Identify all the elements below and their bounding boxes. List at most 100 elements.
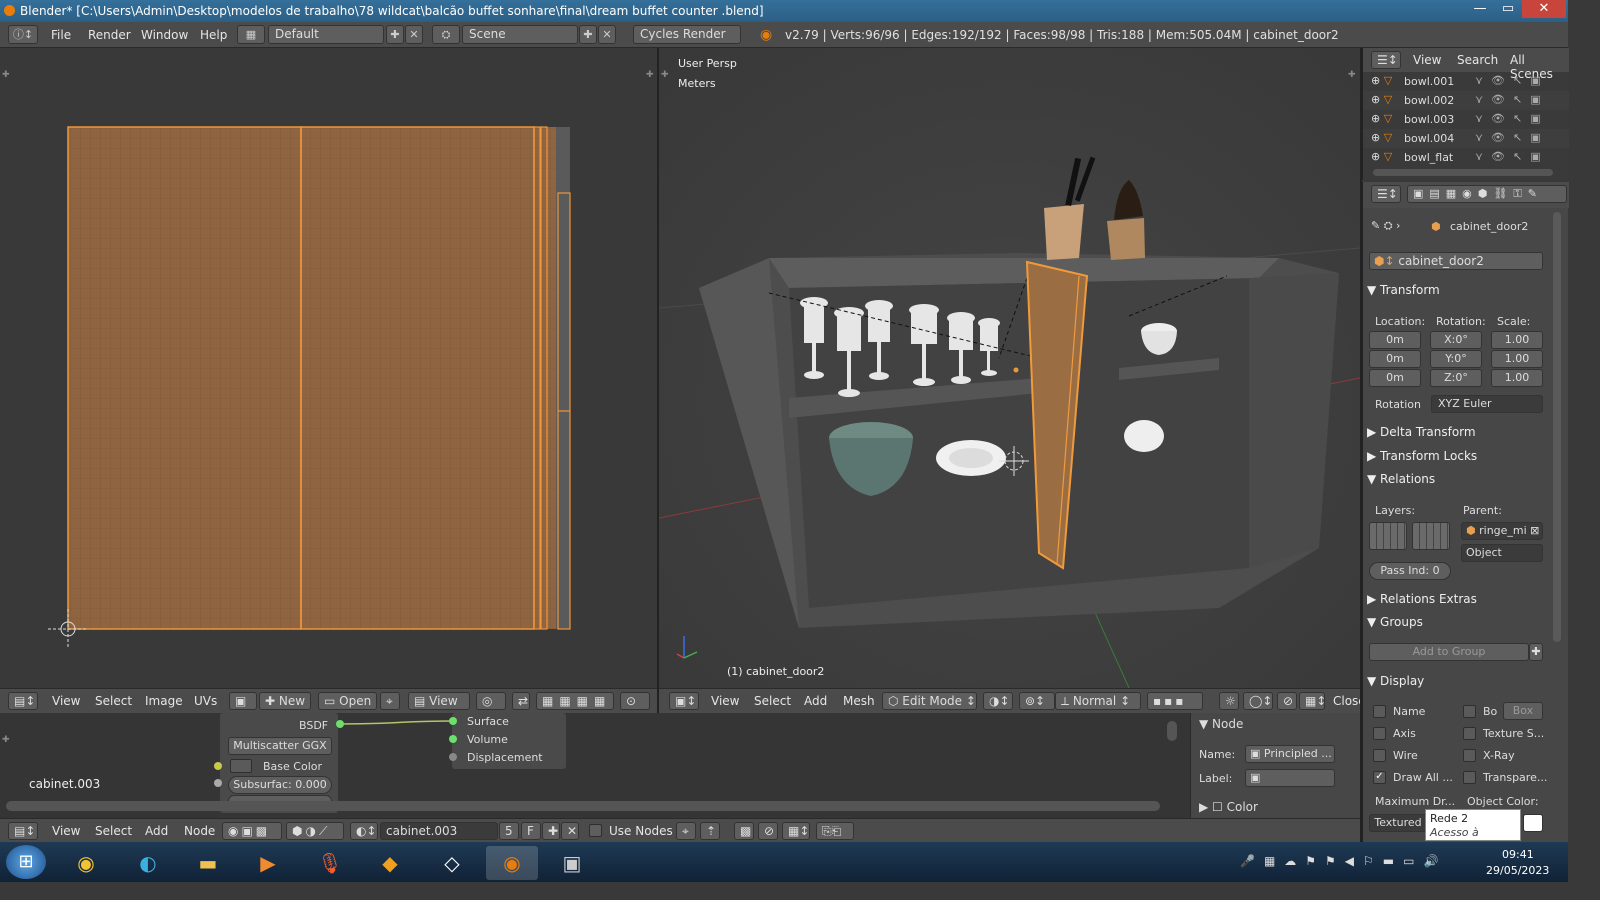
clock-time[interactable]: 09:41 bbox=[1502, 848, 1534, 861]
subsurface-slider[interactable]: Subsurfac: 0.000 bbox=[228, 776, 332, 794]
visibility-icons[interactable]: ⋎👁↖▣ bbox=[1475, 150, 1549, 163]
properties-scrollbar[interactable] bbox=[1553, 212, 1561, 642]
display-panel-header[interactable]: ▼ Display bbox=[1367, 670, 1551, 692]
location-x-field[interactable]: 0m bbox=[1369, 331, 1421, 349]
layers-grid-b[interactable] bbox=[1412, 522, 1450, 550]
editor-type-properties-icon[interactable]: ☰↕ bbox=[1371, 185, 1401, 203]
viewport-corner-icon[interactable]: ✚ bbox=[661, 70, 669, 80]
remove-layout-icon[interactable]: ✕ bbox=[405, 25, 423, 44]
object-color-swatch[interactable] bbox=[1523, 814, 1543, 832]
outliner-item[interactable]: ⊕ ▽ bowl.001 ⋎👁↖▣ bbox=[1363, 72, 1569, 91]
relations-panel-header[interactable]: ▼ Relations bbox=[1367, 468, 1551, 490]
outliner-item[interactable]: ⊕ ▽ bowl.002 ⋎👁↖▣ bbox=[1363, 91, 1569, 110]
shader-object-icons[interactable]: ⬢◑⟋ bbox=[286, 822, 344, 840]
layout-field[interactable]: Default bbox=[268, 25, 384, 44]
editor-type-info-icon[interactable]: ⓘ↕ bbox=[8, 25, 38, 44]
editor-type-3d-icon[interactable]: ▣↕ bbox=[669, 692, 699, 710]
ne-menu-node[interactable]: Node bbox=[184, 819, 215, 843]
system-tray-icons[interactable]: 🎤▦☁⚑⚑◀⚐▬▭🔊 bbox=[1240, 854, 1447, 868]
node-label-field[interactable]: ▣ bbox=[1245, 769, 1335, 787]
distribution-dropdown[interactable]: Multiscatter GGX bbox=[228, 737, 332, 755]
open-image-button[interactable]: ▭ Open bbox=[318, 692, 378, 710]
viewport-canvas[interactable] bbox=[659, 48, 1360, 688]
vp-menu-view[interactable]: View bbox=[711, 689, 739, 713]
snap-toggle-icon[interactable]: ⊘ bbox=[1277, 692, 1297, 710]
node-header[interactable]: ▼ Node bbox=[1199, 717, 1243, 731]
display-bounds-checkbox[interactable] bbox=[1463, 705, 1476, 718]
color-panel-header[interactable]: ▶ ☐ Color bbox=[1199, 800, 1258, 814]
display-xray-checkbox[interactable] bbox=[1463, 749, 1476, 762]
render-engine-dropdown[interactable]: Cycles Render bbox=[633, 25, 741, 44]
editor-type-node-icon[interactable]: ▤↕ bbox=[8, 822, 38, 840]
pin-node-icon[interactable]: ⌖ bbox=[676, 822, 696, 840]
new-image-button[interactable]: ✚ New bbox=[259, 692, 312, 710]
outliner-tab-view[interactable]: View bbox=[1413, 53, 1441, 67]
scene-field[interactable]: Scene bbox=[462, 25, 578, 44]
proportional-icon[interactable]: ◯↕ bbox=[1243, 692, 1273, 710]
vp-menu-select[interactable]: Select bbox=[754, 689, 791, 713]
node-name-field[interactable]: ▣ Principled ... bbox=[1245, 745, 1335, 763]
pin-properties-icon[interactable]: ✎ ⛭ › bbox=[1371, 219, 1400, 233]
outliner-item[interactable]: ⊕ ▽ bowl.003 ⋎👁↖▣ bbox=[1363, 110, 1569, 129]
corner-grab-icon-right[interactable]: ✚ bbox=[646, 70, 654, 80]
close-window-button[interactable]: ✕ bbox=[1522, 0, 1566, 18]
transform-orientation-dropdown[interactable]: ⟂ Normal ↕ bbox=[1055, 692, 1141, 710]
node-corner-icon[interactable]: ✚ bbox=[2, 735, 10, 745]
snap-node-element-icon[interactable]: ▦↕ bbox=[782, 822, 810, 840]
menu-window[interactable]: Window bbox=[141, 22, 188, 48]
relations-extras-panel-header[interactable]: ▶ Relations Extras bbox=[1367, 588, 1551, 610]
bounds-type-dropdown[interactable]: Box bbox=[1503, 702, 1543, 720]
use-nodes-checkbox[interactable] bbox=[589, 824, 602, 837]
object-name-field[interactable]: ⬢↕ cabinet_door2 bbox=[1369, 252, 1543, 270]
menu-image[interactable]: Image bbox=[145, 689, 183, 713]
rotation-z-field[interactable]: Z:0° bbox=[1430, 369, 1482, 387]
base-color-swatch[interactable] bbox=[230, 759, 252, 773]
display-draw-all-checkbox[interactable]: ✓ bbox=[1373, 771, 1386, 784]
microphone-app-icon[interactable]: 🎙 bbox=[306, 846, 354, 880]
backdrop-icon[interactable]: ▩ bbox=[734, 822, 754, 840]
uv-canvas[interactable] bbox=[0, 48, 657, 688]
visibility-icons[interactable]: ⋎👁↖▣ bbox=[1475, 112, 1549, 125]
outliner-item[interactable]: ⊕ ▽ bowl.004 ⋎👁↖▣ bbox=[1363, 129, 1569, 148]
add-material-icon[interactable]: ✚ bbox=[542, 822, 560, 840]
pin-icon[interactable]: ⌖ bbox=[380, 692, 400, 710]
start-button[interactable]: ⊞ bbox=[6, 845, 46, 879]
groups-panel-header[interactable]: ▼ Groups bbox=[1367, 611, 1551, 633]
ne-menu-select[interactable]: Select bbox=[95, 819, 132, 843]
scale-y-field[interactable]: 1.00 bbox=[1491, 350, 1543, 368]
location-y-field[interactable]: 0m bbox=[1369, 350, 1421, 368]
image-browse-icon[interactable]: ▣ bbox=[229, 692, 257, 710]
sync-select-icon[interactable]: ⇄ bbox=[512, 692, 530, 710]
transform-panel-header[interactable]: ▼ Transform bbox=[1367, 279, 1551, 301]
vp-menu-add[interactable]: Add bbox=[804, 689, 827, 713]
selection-mode-icons[interactable]: ▪▪▪ bbox=[1147, 692, 1203, 710]
outliner-item[interactable]: ⊕ ▽ bowl_flat ⋎👁↖▣ bbox=[1363, 148, 1569, 167]
material-browse-icon[interactable]: ◐↕ bbox=[350, 822, 378, 840]
menu-uvs[interactable]: UVs bbox=[194, 689, 217, 713]
parent-node-icon[interactable]: ⇡ bbox=[700, 822, 720, 840]
menu-file[interactable]: File bbox=[51, 22, 71, 48]
visibility-icons[interactable]: ⋎👁↖▣ bbox=[1475, 131, 1549, 144]
properties-editor[interactable]: ☰↕ ▣▤▦◉⬢⛓⚿✎ ✎ ⛭ › ⬢ cabinet_door2 ⬢↕ cab… bbox=[1362, 182, 1569, 842]
transform-locks-panel-header[interactable]: ▶ Transform Locks bbox=[1367, 445, 1551, 467]
display-wire-checkbox[interactable] bbox=[1373, 749, 1386, 762]
file-explorer-icon[interactable]: ▬ bbox=[184, 846, 232, 880]
node-editor[interactable]: BSDF Multiscatter GGX Base Color Subsurf… bbox=[0, 713, 1190, 819]
vertical-scrollbar[interactable] bbox=[1167, 721, 1177, 741]
blender-taskbar-icon[interactable]: ◉ bbox=[486, 846, 538, 880]
ne-menu-view[interactable]: View bbox=[52, 819, 80, 843]
scale-z-field[interactable]: 1.00 bbox=[1491, 369, 1543, 387]
outliner-scrollbar[interactable] bbox=[1373, 169, 1553, 176]
horizontal-scrollbar[interactable] bbox=[6, 801, 1160, 811]
rotation-mode-dropdown[interactable]: XYZ Euler bbox=[1431, 395, 1543, 413]
outliner[interactable]: ☰↕ View Search All Scenes ⊕ ▽ bowl.001 ⋎👁↖… bbox=[1362, 48, 1569, 180]
editor-type-uv-icon[interactable]: ▤↕ bbox=[8, 692, 38, 710]
delta-transform-panel-header[interactable]: ▶ Delta Transform bbox=[1367, 421, 1551, 443]
corner-grab-icon[interactable]: ✚ bbox=[2, 70, 10, 80]
display-transparent-checkbox[interactable] bbox=[1463, 771, 1476, 784]
shading-icon[interactable]: ◑↕ bbox=[983, 692, 1013, 710]
remove-scene-icon[interactable]: ✕ bbox=[598, 25, 616, 44]
clock-date[interactable]: 29/05/2023 bbox=[1486, 864, 1549, 877]
snap-node-icon[interactable]: ⊘ bbox=[758, 822, 778, 840]
scale-x-field[interactable]: 1.00 bbox=[1491, 331, 1543, 349]
